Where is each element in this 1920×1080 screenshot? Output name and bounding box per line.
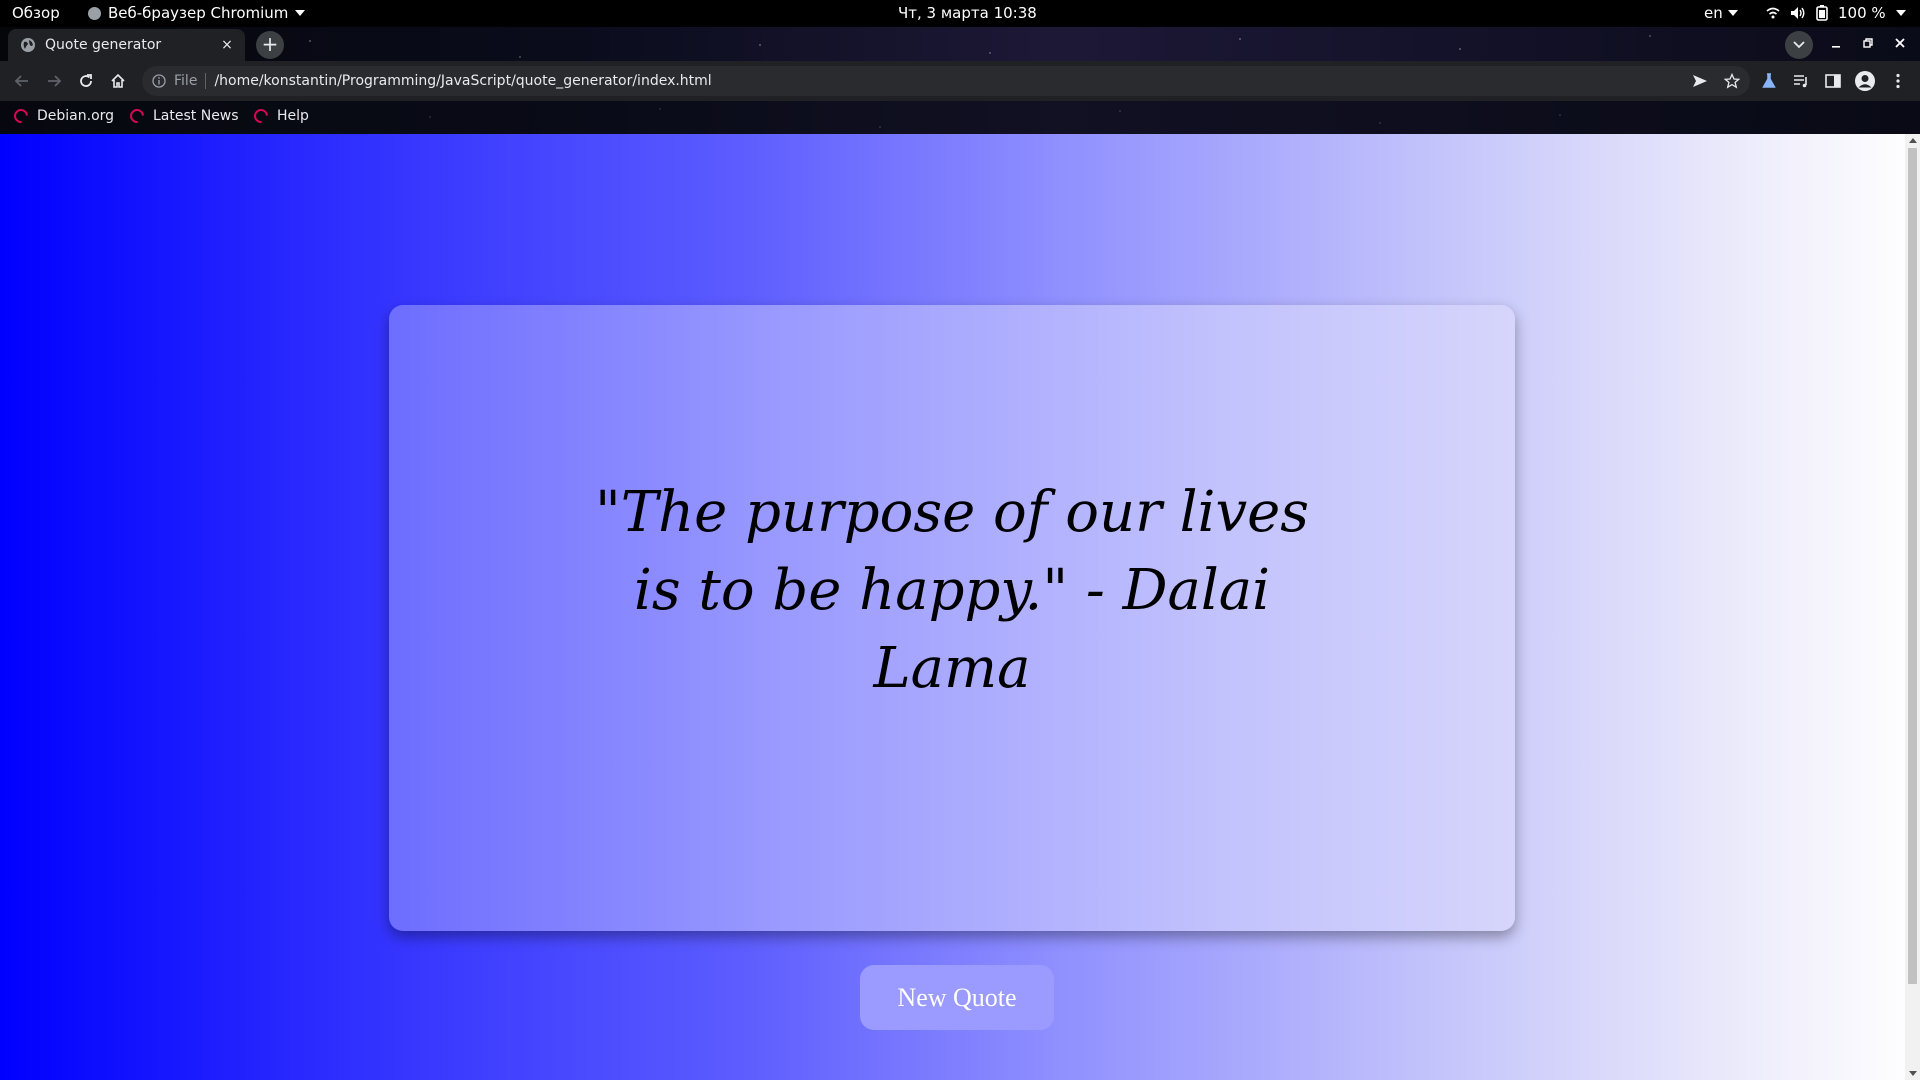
browser-chrome: Quote generator × + File /home/konstanti… [0, 27, 1920, 134]
restore-window-button[interactable] [1858, 33, 1878, 53]
scrollbar-thumb[interactable] [1908, 148, 1917, 984]
app-menu[interactable]: Веб-браузер Chromium [88, 4, 306, 22]
side-panel-icon [1825, 74, 1841, 88]
media-controls-button[interactable] [1789, 69, 1813, 93]
back-button[interactable] [8, 67, 36, 95]
browser-menu-button[interactable] [1886, 69, 1910, 93]
new-quote-button[interactable]: New Quote [860, 965, 1054, 1030]
close-icon [1895, 38, 1905, 48]
battery-percentage: 100 % [1838, 4, 1886, 22]
vertical-scrollbar[interactable] [1905, 134, 1920, 1080]
tab-close-button[interactable]: × [219, 37, 235, 53]
url-divider [205, 73, 207, 89]
bookmark-help[interactable]: Help [251, 106, 309, 126]
arrow-right-icon [48, 75, 62, 87]
reload-button[interactable] [72, 67, 100, 95]
side-panel-button[interactable] [1821, 69, 1845, 93]
url-input[interactable] [214, 73, 1515, 89]
bookmark-debian-org[interactable]: Debian.org [11, 106, 115, 126]
app-menu-label: Веб-браузер Chromium [108, 4, 289, 22]
tab-strip: Quote generator × + [0, 27, 1920, 61]
chromium-icon [88, 6, 101, 20]
quote-card: "The purpose of our lives is to be happy… [389, 305, 1515, 931]
profile-button[interactable] [1853, 69, 1877, 93]
system-top-bar: Обзор Веб-браузер Chromium Чт, 3 марта 1… [0, 0, 1920, 27]
tab-title: Quote generator [45, 37, 162, 53]
battery-icon [1816, 5, 1828, 21]
debian-icon [11, 106, 31, 126]
chevron-down-icon [1895, 10, 1906, 16]
info-icon [152, 74, 166, 88]
minimize-icon [1832, 46, 1840, 48]
avatar-icon [1855, 71, 1875, 91]
bookmark-star-button[interactable] [1722, 71, 1742, 91]
home-icon [111, 73, 125, 88]
more-vertical-icon [1896, 73, 1900, 89]
home-button[interactable] [104, 67, 132, 95]
send-to-devices-button[interactable] [1690, 71, 1710, 91]
status-menu[interactable]: 100 % [1766, 4, 1906, 22]
address-bar[interactable]: File [142, 66, 1750, 96]
bookmark-label: Latest News [153, 108, 239, 124]
debian-icon [251, 106, 271, 126]
chevron-down-icon [1793, 41, 1805, 49]
bookmarks-bar: Debian.org Latest News Help [0, 101, 1920, 134]
page-viewport: "The purpose of our lives is to be happy… [0, 134, 1920, 1080]
volume-icon [1791, 7, 1805, 19]
clock[interactable]: Чт, 3 марта 10:38 [898, 4, 1037, 22]
close-window-button[interactable] [1890, 33, 1910, 53]
bookmark-label: Help [277, 108, 309, 124]
minimize-window-button[interactable] [1826, 33, 1846, 53]
bookmark-latest-news[interactable]: Latest News [127, 106, 239, 126]
keyboard-layout-menu[interactable]: en [1704, 4, 1738, 22]
labs-button[interactable] [1757, 69, 1781, 93]
site-info-button[interactable] [150, 72, 168, 90]
scroll-down-arrow[interactable] [1909, 1071, 1917, 1076]
quote-text: "The purpose of our lives is to be happy… [595, 479, 1309, 701]
keyboard-layout-label: en [1704, 4, 1723, 22]
wifi-icon [1766, 7, 1780, 19]
activities-overview-button[interactable]: Обзор [12, 4, 60, 22]
bookmark-label: Debian.org [37, 108, 115, 124]
chevron-down-icon [1727, 10, 1738, 16]
new-tab-button[interactable]: + [256, 31, 284, 59]
send-icon [1693, 75, 1707, 87]
url-scheme-label: File [174, 73, 198, 89]
browser-toolbar: File [0, 61, 1920, 101]
globe-icon [21, 38, 35, 52]
debian-icon [127, 106, 147, 126]
tab-search-button[interactable] [1785, 31, 1813, 59]
forward-button[interactable] [40, 67, 68, 95]
queue-music-icon [1794, 75, 1807, 88]
arrow-left-icon [14, 75, 28, 87]
reload-icon [80, 74, 92, 87]
scroll-up-arrow[interactable] [1909, 138, 1917, 143]
star-icon [1724, 73, 1740, 89]
restore-icon [1863, 38, 1873, 48]
chevron-down-icon [295, 10, 306, 16]
tab-quote-generator[interactable]: Quote generator × [8, 29, 245, 61]
flask-icon [1762, 73, 1776, 88]
